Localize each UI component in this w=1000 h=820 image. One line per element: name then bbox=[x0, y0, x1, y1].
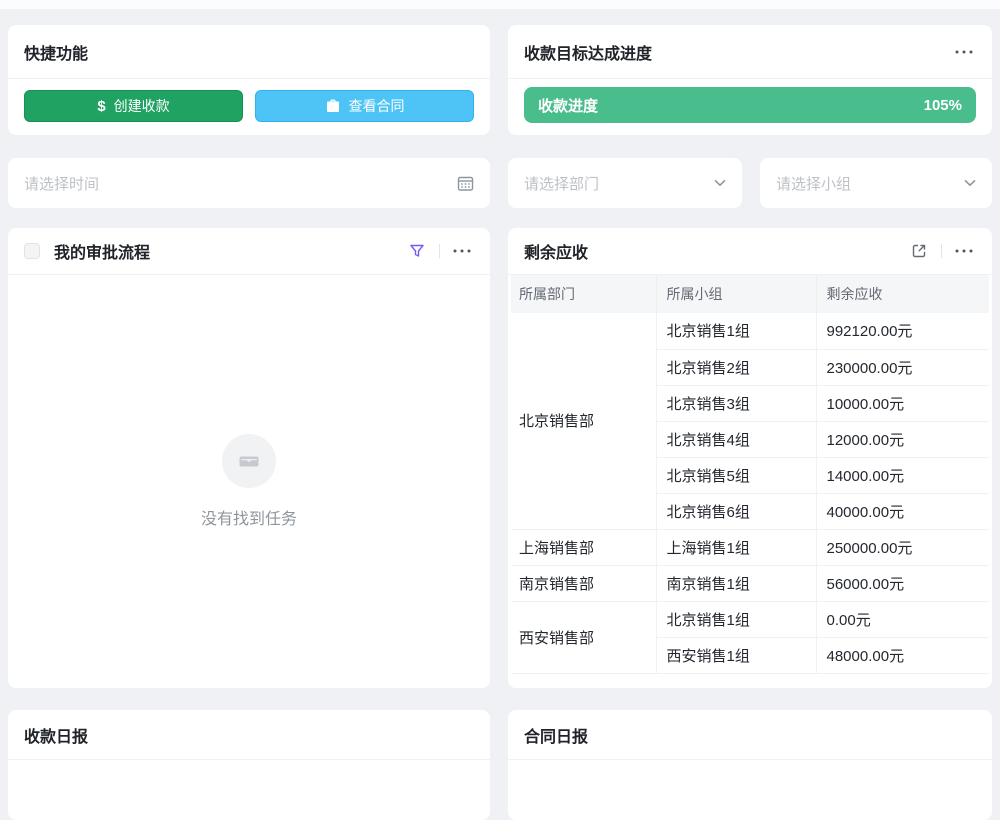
open-external-button[interactable] bbox=[907, 239, 931, 263]
empty-state-circle bbox=[222, 434, 276, 488]
chevron-down-icon bbox=[964, 179, 976, 187]
table-row: 上海销售部上海销售1组250000.00元 bbox=[511, 529, 989, 565]
receivables-title: 剩余应收 bbox=[524, 239, 907, 263]
quick-actions-card: 快捷功能 $ 创建收款 查看合同 bbox=[8, 25, 490, 135]
quick-actions-title: 快捷功能 bbox=[24, 40, 474, 64]
approval-header: 我的审批流程 bbox=[8, 228, 490, 275]
department-placeholder: 请选择部门 bbox=[524, 173, 599, 194]
view-contract-label: 查看合同 bbox=[349, 96, 405, 116]
approval-flow-card: 我的审批流程 没有找到任务 bbox=[8, 228, 490, 688]
progress-header: 收款目标达成进度 bbox=[508, 25, 992, 79]
amount-cell: 0.00元 bbox=[816, 601, 989, 637]
view-contract-button[interactable]: 查看合同 bbox=[255, 90, 474, 122]
header-divider bbox=[439, 244, 440, 258]
amount-cell: 40000.00元 bbox=[816, 493, 989, 529]
time-placeholder: 请选择时间 bbox=[24, 173, 99, 194]
table-header-row: 所属部门 所属小组 剩余应收 bbox=[511, 275, 989, 313]
dollar-icon: $ bbox=[97, 99, 105, 114]
group-cell: 北京销售3组 bbox=[656, 385, 816, 421]
progress-menu-button[interactable] bbox=[952, 40, 976, 64]
dept-cell: 北京销售部 bbox=[511, 313, 656, 529]
table-row: 北京销售部北京销售1组992120.00元 bbox=[511, 313, 989, 349]
create-payment-label: 创建收款 bbox=[114, 96, 170, 116]
group-cell: 北京销售2组 bbox=[656, 349, 816, 385]
table-row: 西安销售部北京销售1组0.00元 bbox=[511, 601, 989, 637]
contract-daily-title: 合同日报 bbox=[524, 723, 976, 747]
amount-cell: 56000.00元 bbox=[816, 565, 989, 601]
calendar-icon bbox=[457, 175, 474, 192]
group-placeholder: 请选择小组 bbox=[776, 173, 851, 194]
header-divider bbox=[941, 244, 942, 258]
approval-menu-button[interactable] bbox=[450, 239, 474, 263]
group-cell: 北京销售4组 bbox=[656, 421, 816, 457]
amount-cell: 48000.00元 bbox=[816, 637, 989, 673]
group-cell: 南京销售1组 bbox=[656, 565, 816, 601]
amount-cell: 14000.00元 bbox=[816, 457, 989, 493]
contract-daily-card: 合同日报 bbox=[508, 710, 992, 820]
amount-cell: 992120.00元 bbox=[816, 313, 989, 349]
dept-cell: 西安销售部 bbox=[511, 601, 656, 673]
amount-cell: 230000.00元 bbox=[816, 349, 989, 385]
contract-daily-header: 合同日报 bbox=[508, 710, 992, 760]
top-card-edge bbox=[0, 0, 1000, 9]
group-cell: 北京销售6组 bbox=[656, 493, 816, 529]
funnel-icon bbox=[409, 243, 425, 259]
table-row: 南京销售部南京销售1组56000.00元 bbox=[511, 565, 989, 601]
quick-actions-header: 快捷功能 bbox=[8, 25, 490, 79]
create-payment-button[interactable]: $ 创建收款 bbox=[24, 90, 243, 122]
amount-cell: 12000.00元 bbox=[816, 421, 989, 457]
ellipsis-icon bbox=[453, 249, 471, 253]
select-all-checkbox[interactable] bbox=[24, 243, 40, 259]
receivables-header: 剩余应收 bbox=[508, 228, 992, 275]
payment-daily-header: 收款日报 bbox=[8, 710, 490, 760]
ellipsis-icon bbox=[955, 249, 973, 253]
time-select-input[interactable]: 请选择时间 bbox=[8, 158, 490, 208]
receivables-table-body: 北京销售部北京销售1组992120.00元北京销售2组230000.00元北京销… bbox=[511, 313, 989, 673]
inbox-icon bbox=[236, 448, 262, 474]
receivables-card: 剩余应收 所属部门 所属小组 剩余应收 北京销售部北京销售1组992120.00… bbox=[508, 228, 992, 688]
empty-state-text: 没有找到任务 bbox=[201, 505, 297, 529]
header-group: 所属小组 bbox=[656, 275, 816, 313]
amount-cell: 10000.00元 bbox=[816, 385, 989, 421]
quick-actions-body: $ 创建收款 查看合同 bbox=[8, 79, 490, 133]
dept-cell: 南京销售部 bbox=[511, 565, 656, 601]
group-cell: 西安销售1组 bbox=[656, 637, 816, 673]
filter-button[interactable] bbox=[405, 239, 429, 263]
progress-title: 收款目标达成进度 bbox=[524, 40, 952, 64]
receivables-menu-button[interactable] bbox=[952, 239, 976, 263]
header-amount: 剩余应收 bbox=[816, 275, 989, 313]
group-cell: 上海销售1组 bbox=[656, 529, 816, 565]
chevron-down-icon bbox=[714, 179, 726, 187]
header-dept: 所属部门 bbox=[511, 275, 656, 313]
amount-cell: 250000.00元 bbox=[816, 529, 989, 565]
briefcase-icon bbox=[325, 98, 341, 114]
progress-bar-value: 105% bbox=[924, 97, 962, 114]
progress-card: 收款目标达成进度 收款进度 105% bbox=[508, 25, 992, 135]
department-select[interactable]: 请选择部门 bbox=[508, 158, 742, 208]
group-cell: 北京销售1组 bbox=[656, 601, 816, 637]
group-cell: 北京销售1组 bbox=[656, 313, 816, 349]
receivables-table: 所属部门 所属小组 剩余应收 北京销售部北京销售1组992120.00元北京销售… bbox=[511, 275, 989, 674]
progress-bar-label: 收款进度 bbox=[538, 95, 598, 116]
empty-state: 没有找到任务 bbox=[8, 275, 490, 687]
group-cell: 北京销售5组 bbox=[656, 457, 816, 493]
payment-progress-bar: 收款进度 105% bbox=[524, 87, 976, 123]
group-select[interactable]: 请选择小组 bbox=[760, 158, 992, 208]
payment-daily-title: 收款日报 bbox=[24, 723, 474, 747]
ellipsis-icon bbox=[955, 50, 973, 54]
payment-daily-card: 收款日报 bbox=[8, 710, 490, 820]
dept-cell: 上海销售部 bbox=[511, 529, 656, 565]
approval-title: 我的审批流程 bbox=[54, 239, 405, 263]
external-link-icon bbox=[911, 243, 927, 259]
